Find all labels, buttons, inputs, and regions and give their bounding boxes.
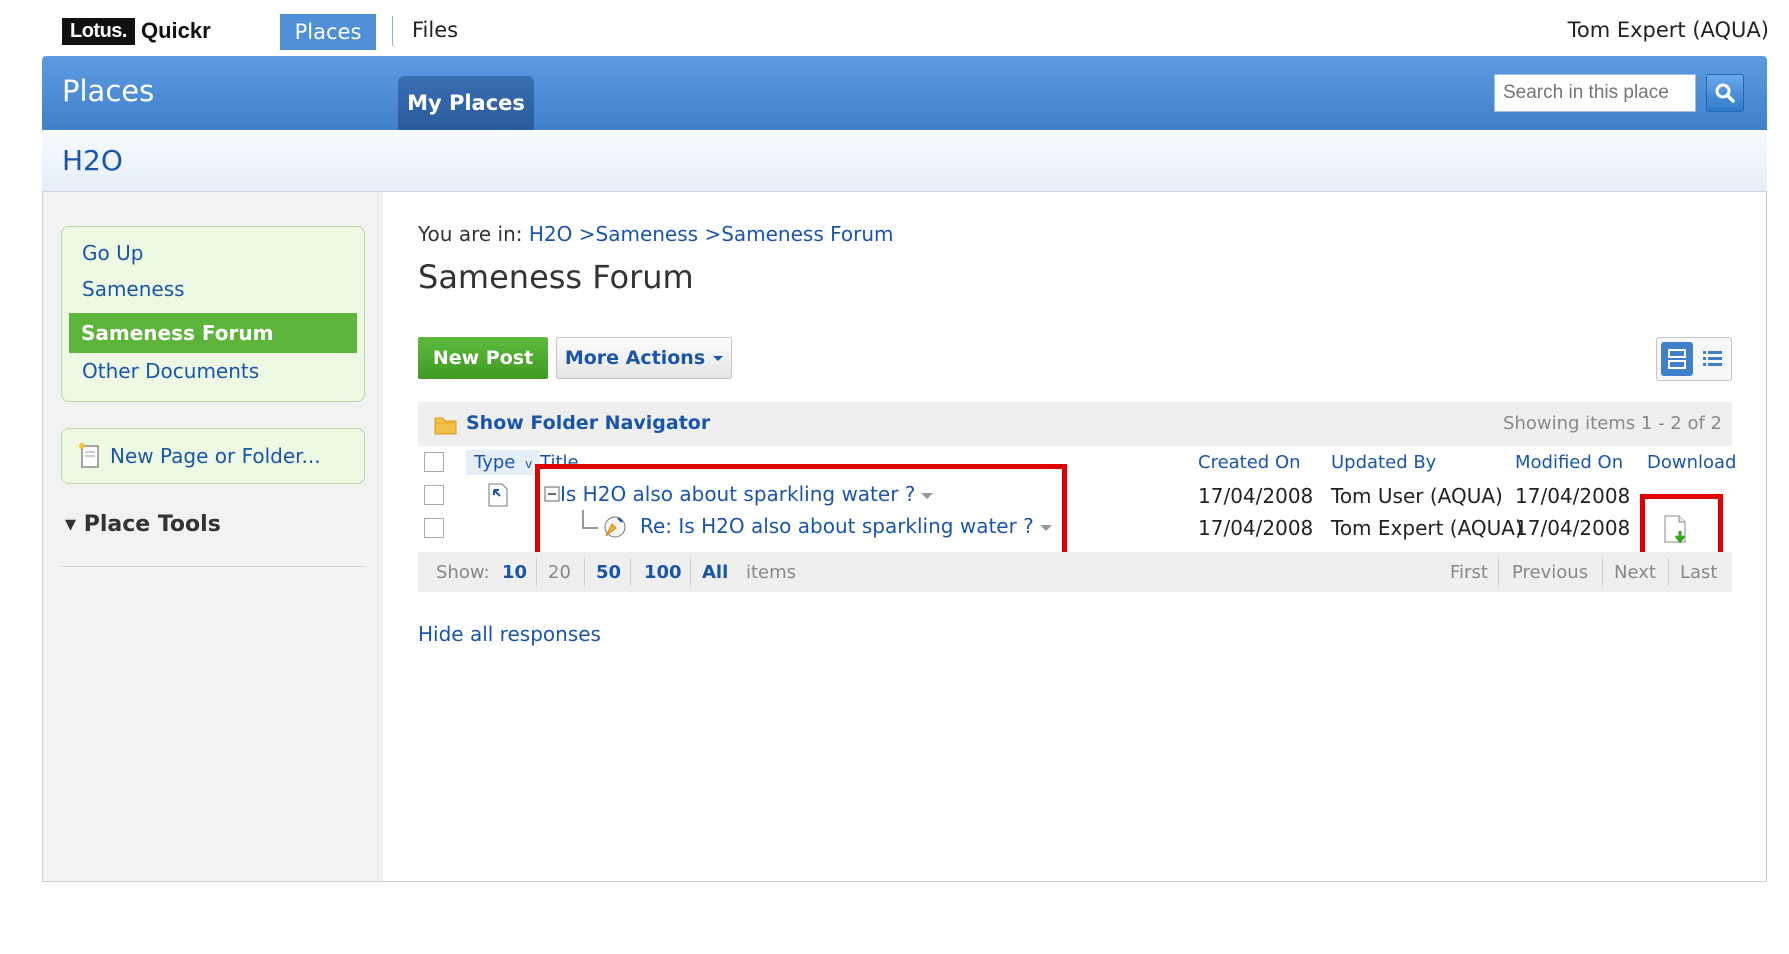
new-page-label: New Page or Folder...: [110, 444, 321, 468]
tab-my-places[interactable]: My Places: [398, 76, 534, 130]
pager-separator: [536, 558, 537, 586]
pager-separator: [630, 558, 631, 586]
breadcrumb: You are in: H2O >Sameness >Sameness Foru…: [418, 222, 894, 246]
pager-separator: [584, 558, 585, 586]
showing-items-count: Showing items 1 - 2 of 2: [1503, 413, 1722, 434]
sidebar-divider: [61, 566, 365, 567]
row-updated-by: Tom Expert (AQUA): [1331, 516, 1523, 540]
chevron-down-icon: [713, 355, 724, 361]
page-size-10[interactable]: 10: [502, 562, 527, 583]
highlight-box-thread: [535, 464, 1067, 563]
nav-places-tab[interactable]: Places: [280, 14, 376, 50]
sidebar-item-other-documents[interactable]: Other Documents: [82, 359, 259, 383]
place-title-bar: H2O: [42, 130, 1767, 192]
row-modified-on: 17/04/2008: [1515, 484, 1631, 508]
list-view-button[interactable]: [1697, 342, 1729, 376]
new-page-icon: [79, 442, 99, 468]
pager-next[interactable]: Next: [1614, 562, 1656, 583]
pager-last[interactable]: Last: [1680, 562, 1718, 583]
view-toggle: [1656, 337, 1732, 381]
sidebar-item-go-up[interactable]: Go Up: [82, 241, 143, 265]
list-view-icon: [1703, 351, 1722, 366]
pager-bar: Show: 10 20 50 100 All items First Previ…: [418, 552, 1732, 592]
detail-view-button[interactable]: [1661, 342, 1693, 376]
page-size-20: 20: [548, 562, 571, 583]
select-all-checkbox[interactable]: [424, 452, 444, 472]
search-button[interactable]: [1706, 74, 1744, 112]
column-header-created-on[interactable]: Created On: [1198, 452, 1301, 473]
row-created-on: 17/04/2008: [1198, 484, 1314, 508]
row-checkbox[interactable]: [424, 518, 444, 538]
page-size-all[interactable]: All: [702, 562, 728, 583]
lotus-quickr-logo[interactable]: Lotus. Quickr: [62, 16, 211, 46]
row-created-on: 17/04/2008: [1198, 516, 1314, 540]
new-page-or-folder-button[interactable]: New Page or Folder...: [61, 428, 365, 484]
breadcrumb-h2o[interactable]: H2O: [529, 222, 573, 246]
nav-files-tab[interactable]: Files: [412, 18, 458, 42]
sidebar: Go Up Sameness Sameness Forum Other Docu…: [43, 192, 383, 881]
pager-separator: [1668, 558, 1669, 586]
pager-separator: [1602, 558, 1603, 586]
pager-first[interactable]: First: [1450, 562, 1488, 583]
page-title: Sameness Forum: [418, 258, 694, 296]
folder-navigator-bar: Show Folder Navigator Showing items 1 - …: [418, 402, 1732, 446]
top-bar: [0, 0, 1789, 62]
row-modified-on: 17/04/2008: [1515, 516, 1631, 540]
column-header-modified-on[interactable]: Modified On: [1515, 452, 1623, 473]
pager-items-label: items: [746, 562, 797, 583]
sidebar-item-sameness-forum[interactable]: Sameness Forum: [69, 313, 357, 353]
logo-quickr-text: Quickr: [141, 18, 211, 43]
header-title: Places: [62, 74, 155, 108]
detail-view-icon: [1668, 349, 1686, 369]
more-actions-button[interactable]: More Actions: [556, 337, 732, 379]
sidebar-item-sameness[interactable]: Sameness: [82, 277, 185, 301]
search-input[interactable]: [1494, 74, 1696, 112]
page-size-100[interactable]: 100: [644, 562, 682, 583]
pager-separator: [1498, 558, 1499, 586]
column-header-download[interactable]: Download: [1647, 452, 1736, 473]
column-header-type[interactable]: Type v: [466, 450, 541, 475]
place-title[interactable]: H2O: [62, 144, 123, 177]
pager-show-label: Show:: [436, 562, 490, 583]
more-actions-label: More Actions: [564, 347, 706, 369]
row-checkbox[interactable]: [424, 485, 444, 505]
folder-icon: [434, 417, 457, 435]
breadcrumb-sameness-forum[interactable]: >Sameness Forum: [704, 222, 893, 246]
breadcrumb-prefix: You are in:: [418, 222, 523, 246]
search-icon: [1715, 83, 1735, 103]
pager-previous[interactable]: Previous: [1512, 562, 1588, 583]
breadcrumb-sameness[interactable]: >Sameness: [579, 222, 698, 246]
new-post-button[interactable]: New Post: [418, 337, 548, 379]
logo-lotus-text: Lotus.: [62, 17, 135, 45]
nav-separator: [392, 16, 393, 46]
column-header-type-label: Type: [474, 452, 516, 473]
sort-caret-icon: v: [525, 457, 533, 471]
pager-separator: [690, 558, 691, 586]
column-header-updated-by[interactable]: Updated By: [1331, 452, 1436, 473]
hide-all-responses-link[interactable]: Hide all responses: [418, 622, 601, 646]
user-name-link[interactable]: Tom Expert (AQUA): [1568, 18, 1769, 42]
row-updated-by: Tom User (AQUA): [1331, 484, 1503, 508]
place-tools-toggle[interactable]: ▾ Place Tools: [65, 512, 221, 537]
show-folder-navigator-link[interactable]: Show Folder Navigator: [466, 412, 710, 434]
topic-icon: [488, 483, 508, 507]
places-header: Places My Places: [42, 56, 1767, 130]
sidebar-nav: Go Up Sameness Sameness Forum Other Docu…: [61, 226, 365, 402]
page-size-50[interactable]: 50: [596, 562, 621, 583]
